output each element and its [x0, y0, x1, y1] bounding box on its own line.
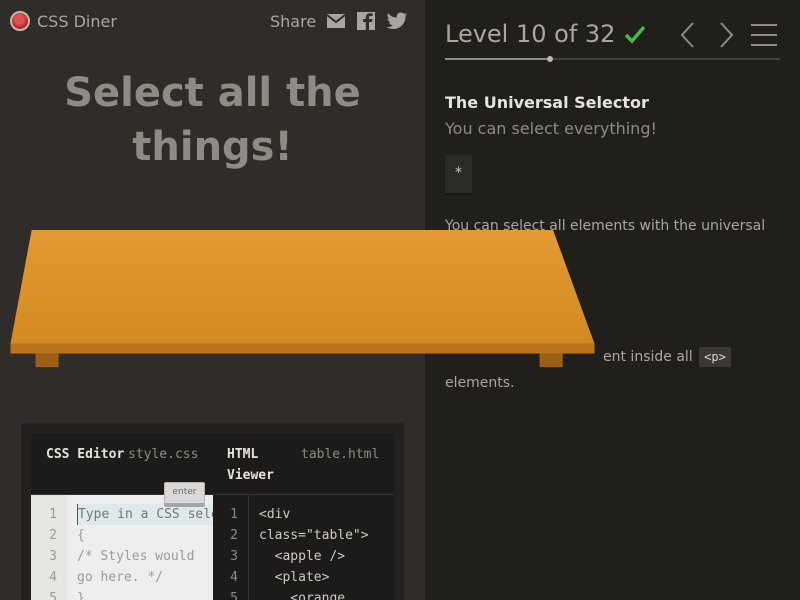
selector-name: The Universal Selector — [445, 93, 649, 112]
html-line-numbers: 1 2 3 4 5 — [213, 495, 249, 600]
html-viewer-title-1: HTML — [227, 447, 259, 462]
brand-name: CSS Diner — [37, 11, 117, 31]
example-tag: <p> — [699, 347, 731, 367]
menu-icon[interactable] — [750, 20, 778, 50]
brand[interactable]: CSS Diner — [10, 11, 117, 31]
progress-marker — [546, 56, 553, 62]
css-editor-title: CSS Editor — [46, 447, 125, 462]
html-code: <div class="table"> <apple /> <plate> <o… — [259, 507, 369, 600]
css-code-area: { /* Styles would go here. */ } — [67, 495, 213, 600]
twitter-icon[interactable] — [386, 11, 408, 31]
level-header: Level 10 of 32 — [445, 20, 647, 48]
css-code: { /* Styles would go here. */ } — [67, 495, 213, 600]
previous-level-button[interactable] — [677, 20, 699, 50]
html-pane: 1 2 3 4 5 <div class="table"> <apple /> … — [213, 495, 394, 600]
html-file-name: table.html — [301, 447, 380, 462]
css-line-numbers: 1 2 3 4 5 — [31, 495, 67, 600]
editor-header: CSS Editor style.css HTML Viewer table.h… — [31, 433, 394, 495]
progress-fill — [445, 58, 550, 60]
share-label: Share — [270, 11, 317, 31]
editor: CSS Editor style.css HTML Viewer table.h… — [21, 423, 404, 600]
checkmark-icon — [623, 22, 647, 46]
dining-table — [0, 230, 605, 375]
enter-button[interactable]: enter — [164, 482, 205, 507]
share-bar: Share — [270, 11, 408, 31]
css-selector-input[interactable] — [77, 504, 213, 525]
selector-syntax: * — [445, 155, 472, 195]
html-viewer-title-2: Viewer — [227, 468, 274, 483]
css-code-lines: { /* Styles would go here. */ } — [77, 528, 195, 600]
level-instructions: Select all the things! — [64, 70, 361, 170]
selector-title: You can select everything! — [445, 119, 657, 138]
next-level-button[interactable] — [715, 20, 737, 50]
css-file-name: style.css — [128, 447, 199, 462]
logo-icon — [10, 11, 30, 31]
level-label[interactable]: Level 10 of 32 — [445, 20, 615, 48]
email-icon[interactable] — [326, 11, 348, 31]
css-line-number-list: 1 2 3 4 5 — [49, 507, 57, 600]
level-progress-bar — [445, 56, 780, 62]
css-pane: 1 2 3 4 5 { /* Styles would go here. */ … — [31, 495, 213, 600]
html-code-area: <div class="table"> <apple /> <plate> <o… — [249, 495, 394, 600]
example-text-2: elements. — [445, 375, 515, 391]
table-surface — [10, 230, 595, 368]
html-line-number-list: 1 2 3 4 5 — [230, 507, 238, 600]
facebook-icon[interactable] — [356, 11, 378, 31]
example-text: ent inside all — [603, 349, 693, 365]
